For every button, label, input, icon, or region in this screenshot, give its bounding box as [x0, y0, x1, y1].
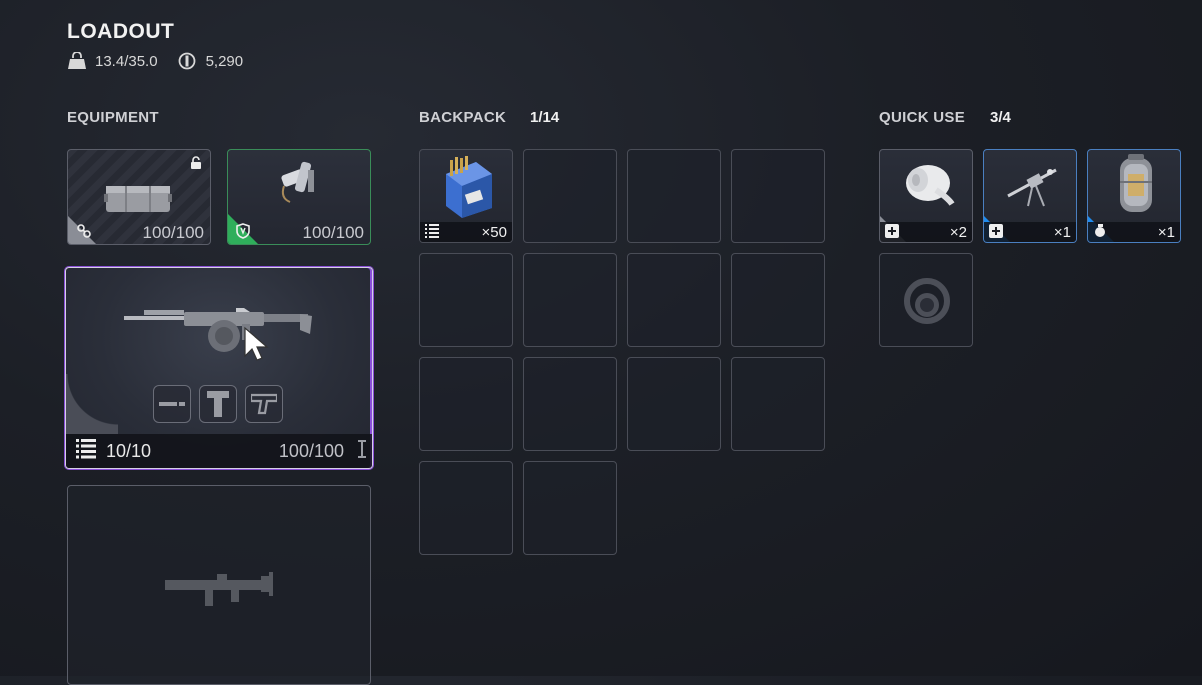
backpack-slot-9[interactable]	[419, 357, 513, 451]
quick-use-slot-1[interactable]: ×2	[879, 149, 973, 243]
quick-use-grid: ×2 ×1 ×1	[879, 149, 1183, 349]
backpack-equip-bar: 100/100	[68, 222, 210, 244]
primary-weapon-slot[interactable]: 10/10 100/100	[65, 267, 373, 469]
currency-value: 5,290	[205, 52, 244, 70]
shield-type-icon	[236, 222, 250, 244]
item-quantity: ×50	[481, 223, 507, 241]
ammo-icon	[74, 438, 98, 465]
shield-equip-slot[interactable]: 100/100	[227, 149, 371, 245]
backpack-slot-1[interactable]: ×50	[419, 149, 513, 243]
backpack-durability: 100/100	[142, 223, 204, 242]
quick-use-slot-4[interactable]	[879, 253, 973, 347]
machine-gun-icon	[124, 304, 314, 361]
weight-value: 13.4/35.0	[95, 52, 158, 70]
weapon-ammo: 10/10	[106, 440, 152, 461]
backpack-slot-5[interactable]	[419, 253, 513, 347]
backpack-slot-12[interactable]	[731, 357, 825, 451]
backpack-slot-4[interactable]	[731, 149, 825, 243]
stock-attachment-icon[interactable]	[245, 385, 283, 423]
quick-use-label: QUICK USE	[879, 109, 966, 126]
page-title: LOADOUT	[67, 20, 175, 43]
zipline-gadget-icon	[1006, 162, 1060, 215]
backpack-slot-3[interactable]	[627, 149, 721, 243]
slot-info-bar: ×1	[1088, 222, 1180, 242]
item-quantity: ×1	[1157, 223, 1175, 241]
rarity-bar-icon	[358, 439, 366, 464]
backpack-slot-2[interactable]	[523, 149, 617, 243]
backpack-grid: ×50	[419, 149, 827, 557]
backpack-count: 1/14	[530, 109, 560, 126]
smg-silhouette-icon	[165, 572, 277, 613]
backpack-crate-icon	[104, 180, 172, 219]
heal-plus-icon	[989, 223, 1003, 241]
backpack-slot-7[interactable]	[627, 253, 721, 347]
backpack-slot-10[interactable]	[523, 357, 617, 451]
grenade-icon	[1093, 223, 1107, 241]
bandage-icon	[900, 158, 956, 213]
ammo-icon	[425, 223, 439, 241]
backpack-slot-11[interactable]	[627, 357, 721, 451]
shield-durability: 100/100	[302, 223, 364, 242]
quick-use-count: 3/4	[990, 109, 1011, 126]
canister-icon	[1114, 152, 1158, 223]
ammo-box-icon	[442, 156, 494, 223]
secondary-weapon-slot[interactable]	[67, 485, 371, 685]
weapon-durability: 100/100	[278, 440, 344, 461]
backpack-slot-8[interactable]	[731, 253, 825, 347]
underbarrel-attachment-icon[interactable]	[199, 385, 237, 423]
slot-info-bar: ×1	[984, 222, 1076, 242]
quick-use-slot-3[interactable]: ×1	[1087, 149, 1181, 243]
weight-bag-icon	[67, 51, 87, 70]
unlock-icon[interactable]	[190, 156, 202, 175]
empty-slot-ring-icon	[903, 277, 951, 330]
slot-info-bar: ×2	[880, 222, 972, 242]
backpack-slot-14[interactable]	[523, 461, 617, 555]
backpack-type-icon	[76, 223, 92, 244]
rarity-corner	[66, 374, 118, 434]
shield-gadget-icon	[272, 158, 322, 213]
muzzle-attachment-icon[interactable]	[153, 385, 191, 423]
loadout-stats: 13.4/35.0 5,290	[67, 51, 263, 70]
backpack-slot-6[interactable]	[523, 253, 617, 347]
shield-equip-bar: 100/100	[228, 222, 370, 244]
weapon-info-bar: 10/10 100/100	[66, 434, 372, 468]
slot-info-bar: ×50	[420, 222, 512, 242]
backpack-slot-13[interactable]	[419, 461, 513, 555]
heal-plus-icon	[885, 223, 899, 241]
equipment-label: EQUIPMENT	[67, 109, 159, 126]
item-quantity: ×1	[1053, 223, 1071, 241]
item-quantity: ×2	[949, 223, 967, 241]
backpack-equip-slot[interactable]: 100/100	[67, 149, 211, 245]
quick-use-slot-2[interactable]: ×1	[983, 149, 1077, 243]
cursor-arrow-icon	[243, 326, 269, 367]
currency-coin-icon	[178, 52, 198, 70]
backpack-label: BACKPACK	[419, 109, 507, 126]
